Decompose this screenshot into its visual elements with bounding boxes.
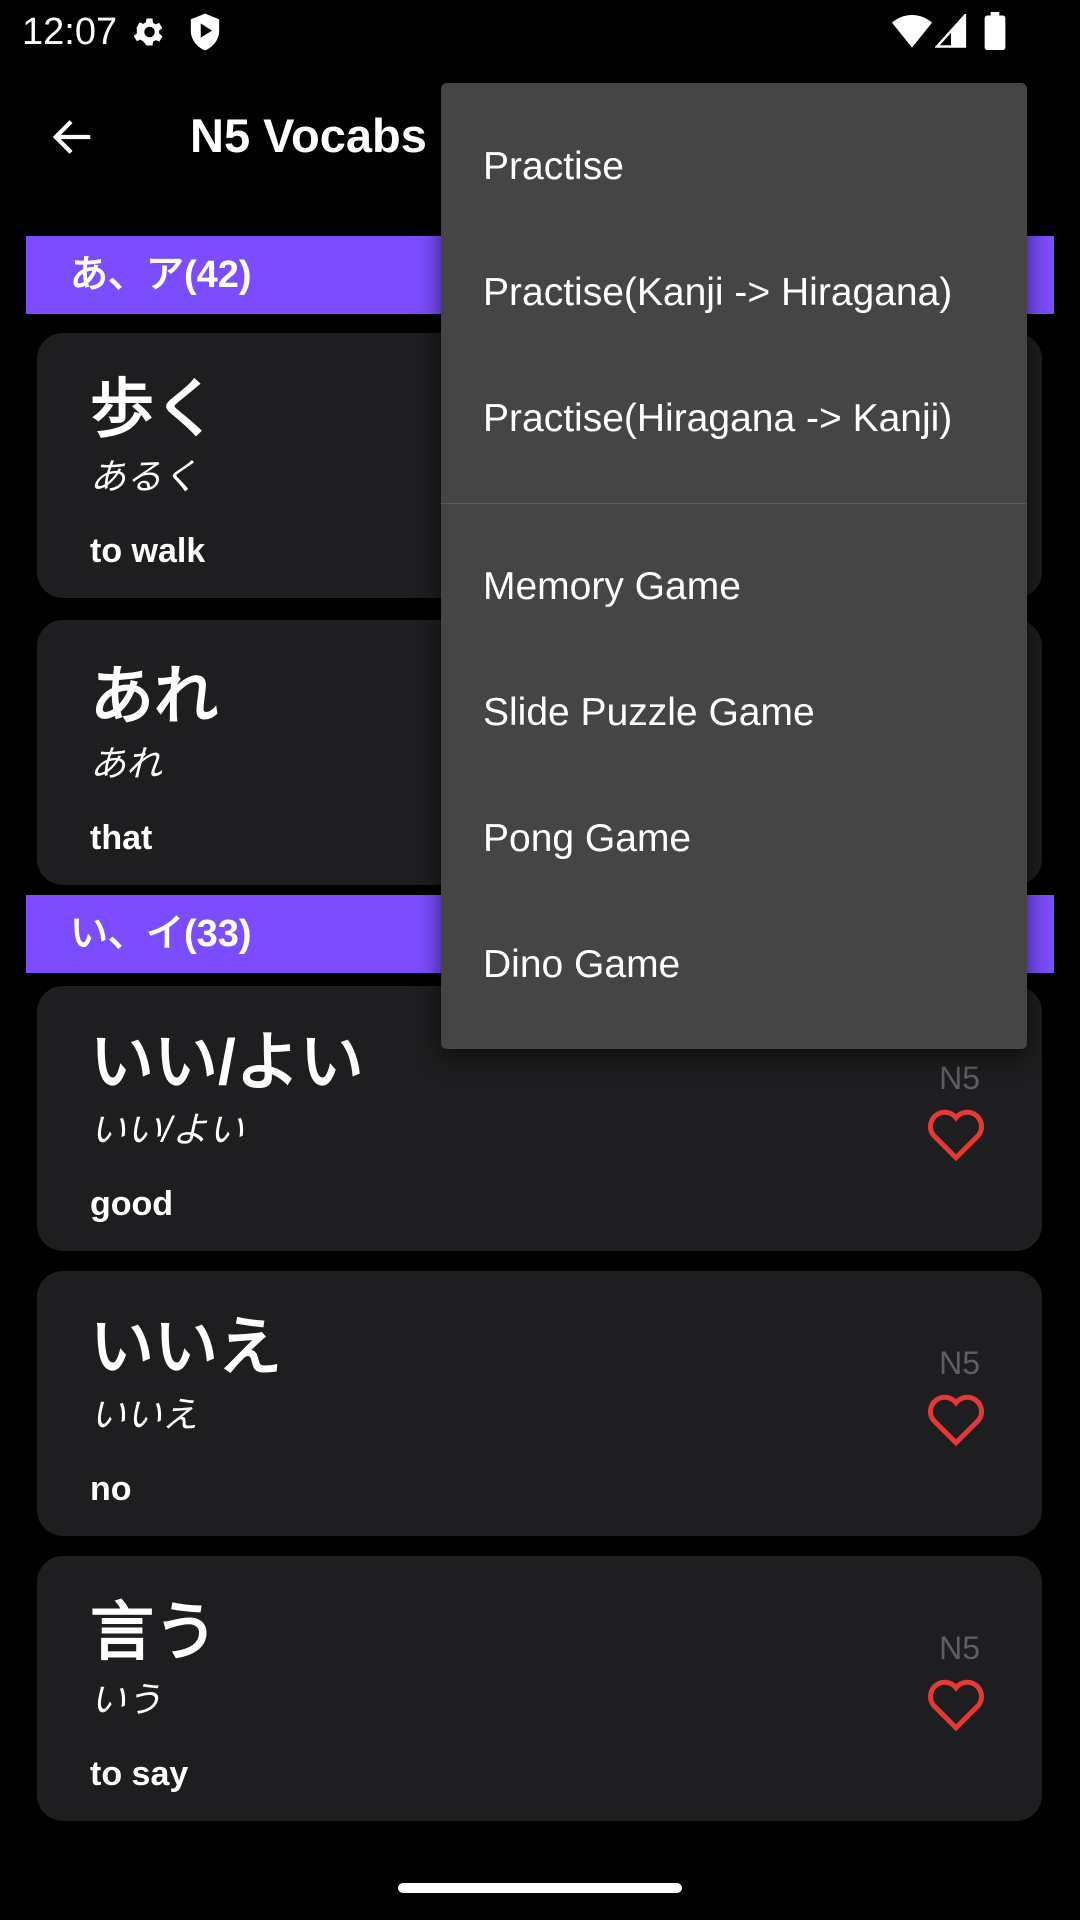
level-label: N5 bbox=[939, 1345, 980, 1381]
vocab-reading: あれ bbox=[90, 743, 163, 784]
status-time: 12:07 bbox=[22, 11, 118, 53]
vocab-reading: いいえ bbox=[90, 1394, 199, 1435]
vocab-word: 歩く bbox=[90, 373, 218, 445]
home-indicator[interactable] bbox=[398, 1883, 682, 1893]
vocab-word: いいえ bbox=[90, 1311, 282, 1383]
menu-item-practise-kanji-hiragana[interactable]: Practise(Kanji -> Hiragana) bbox=[483, 269, 952, 317]
vocab-meaning: that bbox=[90, 819, 153, 857]
menu-item-pong-game[interactable]: Pong Game bbox=[483, 815, 691, 863]
heart-icon[interactable] bbox=[926, 1391, 986, 1447]
menu-item-practise[interactable]: Practise bbox=[483, 143, 624, 191]
menu-item-memory-game[interactable]: Memory Game bbox=[483, 563, 741, 611]
vocab-meaning: good bbox=[90, 1185, 174, 1223]
menu-item-practise-hiragana-kanji[interactable]: Practise(Hiragana -> Kanji) bbox=[483, 395, 952, 443]
vocab-reading: いう bbox=[90, 1679, 163, 1720]
shield-play-icon bbox=[190, 13, 220, 51]
vocab-meaning: to say bbox=[90, 1755, 189, 1793]
heart-icon[interactable] bbox=[926, 1676, 986, 1732]
menu-divider bbox=[441, 503, 1027, 504]
vocab-meaning: to walk bbox=[90, 532, 206, 570]
arrow-left-icon[interactable] bbox=[50, 114, 96, 160]
battery-icon bbox=[984, 12, 1006, 50]
wifi-icon bbox=[892, 15, 932, 48]
menu-item-slide-puzzle-game[interactable]: Slide Puzzle Game bbox=[483, 689, 815, 737]
level-label: N5 bbox=[939, 1630, 980, 1666]
gear-icon bbox=[133, 18, 163, 46]
overflow-menu: Practise Practise(Kanji -> Hiragana) Pra… bbox=[441, 83, 1027, 1049]
vocab-card[interactable]: 言う いう to say N5 bbox=[37, 1556, 1042, 1821]
vocab-reading: あるく bbox=[90, 456, 199, 497]
signal-icon bbox=[935, 14, 967, 48]
vocab-word: 言う bbox=[90, 1596, 218, 1668]
page-title: N5 Vocabs bbox=[190, 109, 427, 162]
vocab-meaning: no bbox=[90, 1470, 132, 1508]
menu-item-dino-game[interactable]: Dino Game bbox=[483, 941, 680, 989]
vocab-card[interactable]: いいえ いいえ no N5 bbox=[37, 1271, 1042, 1536]
heart-icon[interactable] bbox=[926, 1106, 986, 1162]
vocab-word: あれ bbox=[90, 660, 218, 732]
level-label: N5 bbox=[939, 1060, 980, 1096]
vocab-word: いい/よい bbox=[90, 1026, 364, 1098]
vocab-reading: いい/よい bbox=[90, 1109, 245, 1150]
